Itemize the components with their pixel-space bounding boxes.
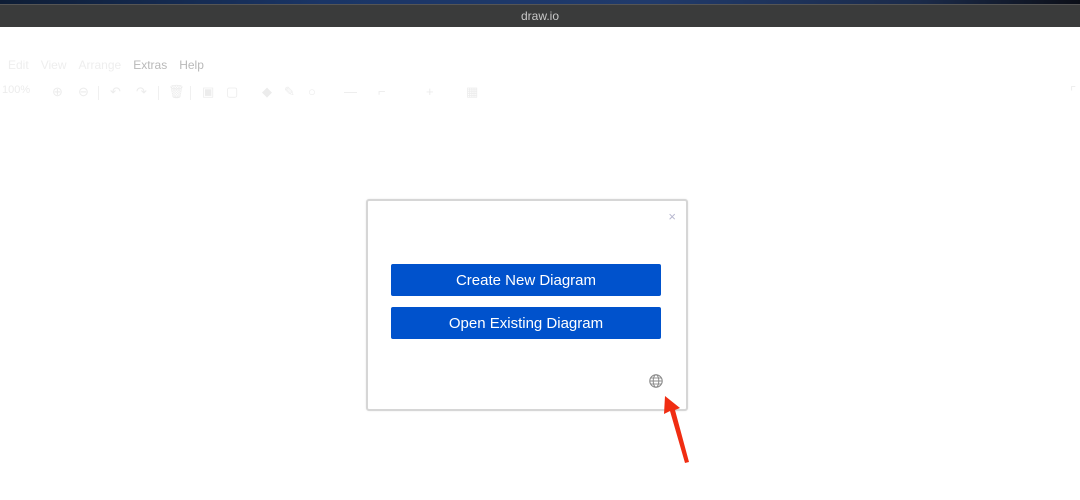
menu-help[interactable]: Help [173,58,210,72]
shadow-icon[interactable]: ○ [308,84,316,99]
create-new-diagram-button[interactable]: Create New Diagram [391,264,661,296]
menu-view[interactable]: View [35,58,73,72]
fill-color-icon[interactable]: ◆ [262,84,272,100]
to-back-icon[interactable]: ▢ [226,84,238,100]
close-icon[interactable]: × [668,209,676,224]
toolbar-separator [98,86,99,100]
window-title: draw.io [520,9,560,23]
zoom-in-icon[interactable]: ⊕ [52,84,63,100]
globe-icon[interactable] [648,373,664,389]
undo-icon[interactable]: ↶ [110,84,121,100]
to-front-icon[interactable]: ▣ [202,84,214,100]
menu-arrange[interactable]: Arrange [72,58,127,72]
delete-icon[interactable]: 🗑 [168,84,185,100]
window-titlebar: draw.io [0,4,1080,28]
start-dialog: × Create New Diagram Open Existing Diagr… [366,199,688,411]
menu-edit[interactable]: Edit [0,58,35,72]
waypoints-icon[interactable]: ⌐ [378,84,386,99]
insert-icon[interactable]: + [426,84,434,99]
fullscreen-icon[interactable]: ⌜ [1070,84,1076,100]
menu-extras[interactable]: Extras [127,58,173,72]
open-existing-diagram-button[interactable]: Open Existing Diagram [391,307,661,339]
line-color-icon[interactable]: ✎ [284,84,295,100]
toolbar: 100% ⊕ ⊖ ↶ ↷ 🗑 ▣ ▢ ◆ ✎ ○ — ⌐ + ▦ ⌜ [0,82,1080,104]
table-icon[interactable]: ▦ [466,84,478,100]
redo-icon[interactable]: ↷ [136,84,147,100]
toolbar-separator [158,86,159,100]
menubar: Edit View Arrange Extras Help [0,55,210,75]
zoom-level[interactable]: 100% [2,84,30,96]
toolbar-separator [190,86,191,100]
zoom-out-icon[interactable]: ⊖ [78,84,89,100]
connection-icon[interactable]: — [344,84,357,99]
